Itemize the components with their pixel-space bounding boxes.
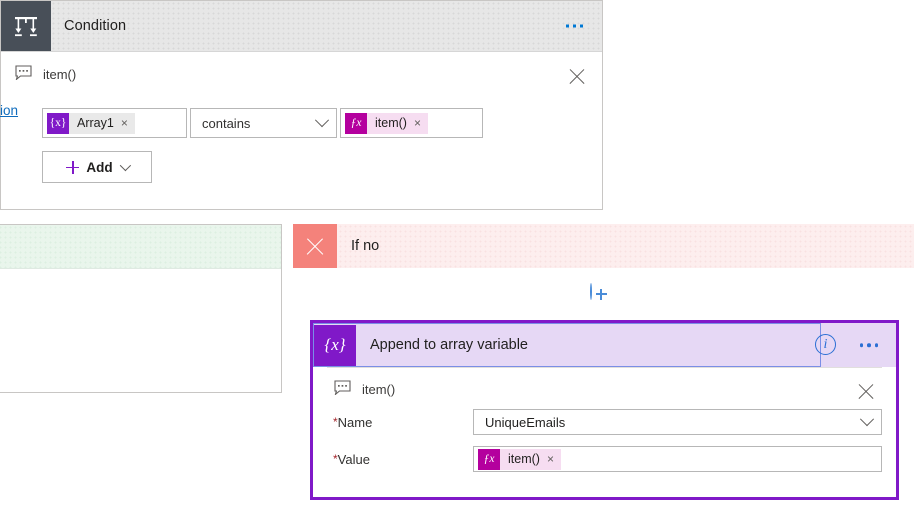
chevron-down-icon [314,113,330,128]
ellipsis-dot [573,24,576,28]
ellipsis-dot [859,343,863,347]
append-name-row: *Name UniqueEmails [313,409,896,435]
ellipsis-dot [580,24,583,28]
append-card-header[interactable]: {x} Append to array variable i [313,323,896,367]
variable-token-remove-icon[interactable]: × [120,112,135,134]
condition-menu-button[interactable] [561,20,588,33]
append-value-label: *Value [333,452,473,467]
append-value-label-text: Value [337,451,370,467]
append-header-inner: {x} Append to array variable [313,323,821,367]
condition-comment-text: item() [43,66,77,82]
variable-token-array1[interactable]: {x} Array1 × [47,112,135,134]
if-yes-branch [0,224,282,393]
ellipsis-dot [566,24,569,28]
expression-token-item[interactable]: ƒx item() × [345,112,428,134]
append-value-field[interactable]: ƒx item() × [473,446,882,472]
expression-token-label: item() [500,448,547,470]
expression-token-item[interactable]: ƒx item() × [478,448,561,470]
append-name-label-text: Name [337,414,373,430]
if-yes-header[interactable] [0,225,281,269]
condition-right-operand-field[interactable]: ƒx item() × [340,108,483,138]
condition-operator-dropdown[interactable]: contains [190,108,337,138]
expression-token-icon: ƒx [345,112,367,134]
ellipsis-dot [867,343,871,347]
append-comment-row: item() [313,368,896,398]
condition-left-operand-field[interactable]: {x} Array1 × [42,108,187,138]
append-menu-button[interactable] [855,338,884,352]
comment-bubble-icon [334,380,351,398]
condition-operator-value: contains [202,115,251,131]
chevron-down-icon [119,159,131,172]
append-value-row: *Value ƒx item() × [313,446,896,472]
append-comment-text: item() [362,381,396,397]
expression-token-remove-icon[interactable]: × [546,448,561,470]
chevron-down-icon [859,412,875,427]
condition-comment-close-icon[interactable] [566,65,588,87]
circle-plus-icon [590,283,592,300]
condition-title: Condition [64,18,127,34]
expression-token-icon: ƒx [478,448,500,470]
append-comment-close-icon[interactable] [855,380,877,402]
add-condition-button[interactable]: Add [42,151,152,183]
append-to-array-variable-card: {x} Append to array variable i item() *N… [310,320,899,500]
variable-icon: {x} [314,324,356,366]
info-circle-icon[interactable]: i [815,334,836,355]
if-no-branch: If no {x} Append to array variable i ite… [293,224,914,505]
condition-card-header[interactable]: Condition [1,1,602,52]
condition-expression-row: {x} Array1 × contains ƒx item() × [42,108,602,138]
if-no-title: If no [351,238,380,254]
append-name-value: UniqueEmails [485,414,566,430]
ellipsis-dot [874,343,878,347]
append-name-label: *Name [333,415,473,430]
expression-token-label: item() [367,112,414,134]
append-card-title: Append to array variable [370,337,528,353]
if-yes-add-action-link[interactable]: action [0,103,18,118]
if-no-add-step-button[interactable] [590,283,592,300]
add-button-label: Add [86,159,113,175]
expression-token-remove-icon[interactable]: × [413,112,428,134]
append-card-body: item() *Name UniqueEmails *Value ƒx item… [313,367,896,472]
append-name-dropdown[interactable]: UniqueEmails [473,409,882,435]
condition-comment-row: item() [1,52,602,83]
condition-card: Condition item() {x} Array1 × contains ƒ… [0,0,603,210]
plus-icon [66,160,80,174]
condition-branch-icon [1,1,51,51]
variable-token-label: Array1 [69,112,121,134]
variable-token-icon: {x} [47,112,69,134]
x-mark-icon [293,224,337,268]
comment-bubble-icon [15,65,32,83]
if-no-header[interactable]: If no [293,224,914,268]
